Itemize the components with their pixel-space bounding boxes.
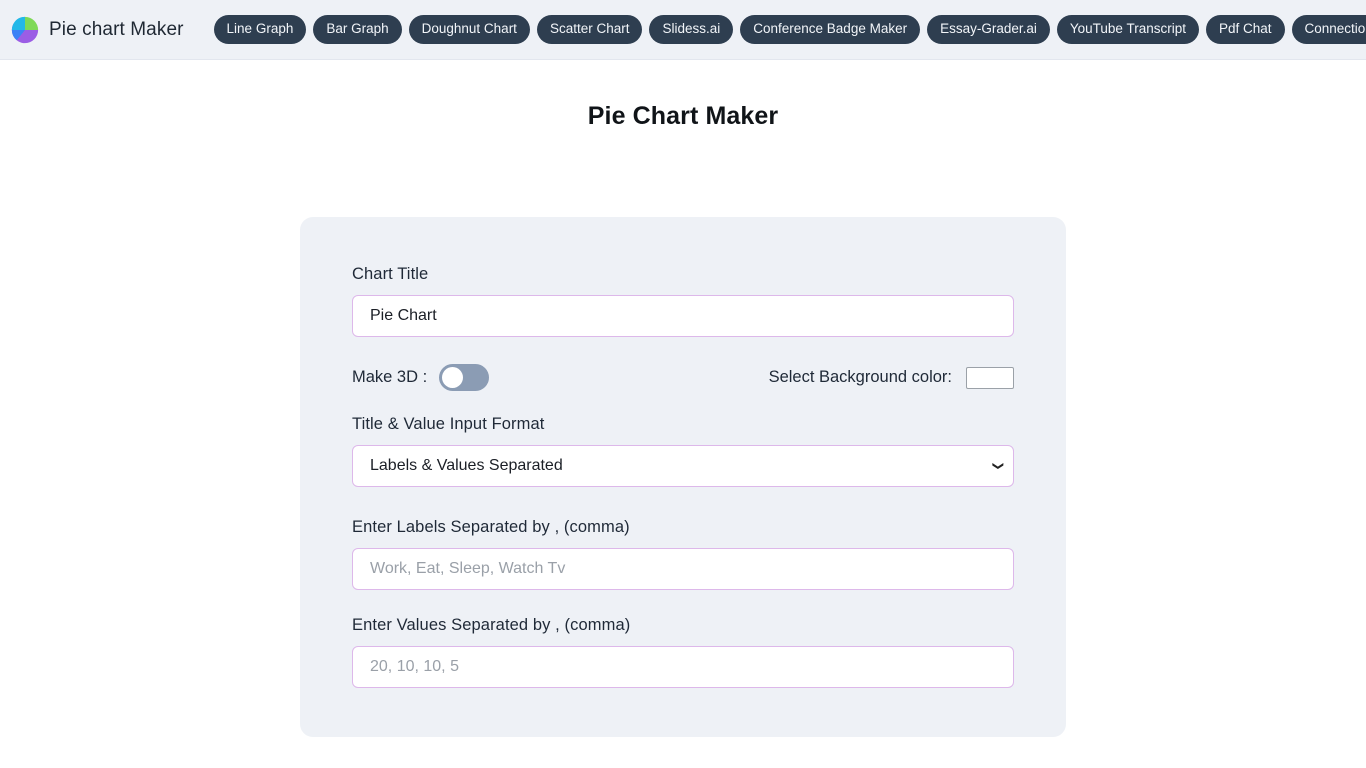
make-3d-toggle[interactable]: [439, 364, 490, 391]
nav-item-line-graph[interactable]: Line Graph: [213, 15, 307, 44]
values-field: Enter Values Separated by , (comma): [352, 616, 1014, 688]
brand-name: Pie chart Maker: [49, 18, 184, 40]
background-color-label: Select Background color:: [768, 368, 952, 386]
brand-logo-link[interactable]: Pie chart Maker: [10, 15, 184, 45]
make-3d-label: Make 3D :: [352, 368, 428, 386]
input-format-field: Title & Value Input Format Labels & Valu…: [352, 415, 1014, 487]
chart-title-label: Chart Title: [352, 265, 429, 283]
nav-item-essay-grader-ai[interactable]: Essay-Grader.ai: [927, 15, 1050, 44]
pie-chart-logo-icon: [10, 15, 40, 45]
app-header: Pie chart Maker Line Graph Bar Graph Dou…: [0, 0, 1366, 60]
main-navigation: Line Graph Bar Graph Doughnut Chart Scat…: [213, 15, 1366, 44]
values-input[interactable]: [352, 646, 1014, 688]
background-color-group: Select Background color:: [768, 366, 1014, 389]
nav-item-pdf-chat[interactable]: Pdf Chat: [1205, 15, 1285, 44]
form-card-container: Chart Title Make 3D : Select Background …: [0, 217, 1366, 737]
make-3d-toggle-knob: [442, 367, 464, 388]
input-format-select-wrapper: Labels & Values Separated ❯: [352, 445, 1014, 487]
nav-item-conference-badge-maker[interactable]: Conference Badge Maker: [740, 15, 921, 44]
nav-item-youtube-transcript[interactable]: YouTube Transcript: [1056, 15, 1199, 44]
values-label: Enter Values Separated by , (comma): [352, 616, 631, 634]
nav-item-slidess-ai[interactable]: Slidess.ai: [649, 15, 734, 44]
background-color-swatch[interactable]: [966, 366, 1014, 389]
page-title: Pie Chart Maker: [587, 102, 779, 130]
make-3d-row: Make 3D : Select Background color:: [352, 364, 1014, 391]
chart-title-field: Chart Title: [352, 265, 1014, 337]
labels-field: Enter Labels Separated by , (comma): [352, 518, 1014, 590]
input-format-label: Title & Value Input Format: [352, 415, 545, 433]
chart-title-input[interactable]: [352, 295, 1014, 337]
nav-item-scatter-chart[interactable]: Scatter Chart: [536, 15, 643, 44]
labels-label: Enter Labels Separated by , (comma): [352, 518, 630, 536]
input-format-select[interactable]: Labels & Values Separated: [352, 445, 1014, 487]
nav-item-connectionshint-ai[interactable]: ConnectionsHint.ai: [1291, 15, 1366, 44]
nav-item-doughnut-chart[interactable]: Doughnut Chart: [408, 15, 530, 44]
labels-input[interactable]: [352, 548, 1014, 590]
chart-settings-card: Chart Title Make 3D : Select Background …: [300, 217, 1066, 737]
nav-item-bar-graph[interactable]: Bar Graph: [313, 15, 402, 44]
